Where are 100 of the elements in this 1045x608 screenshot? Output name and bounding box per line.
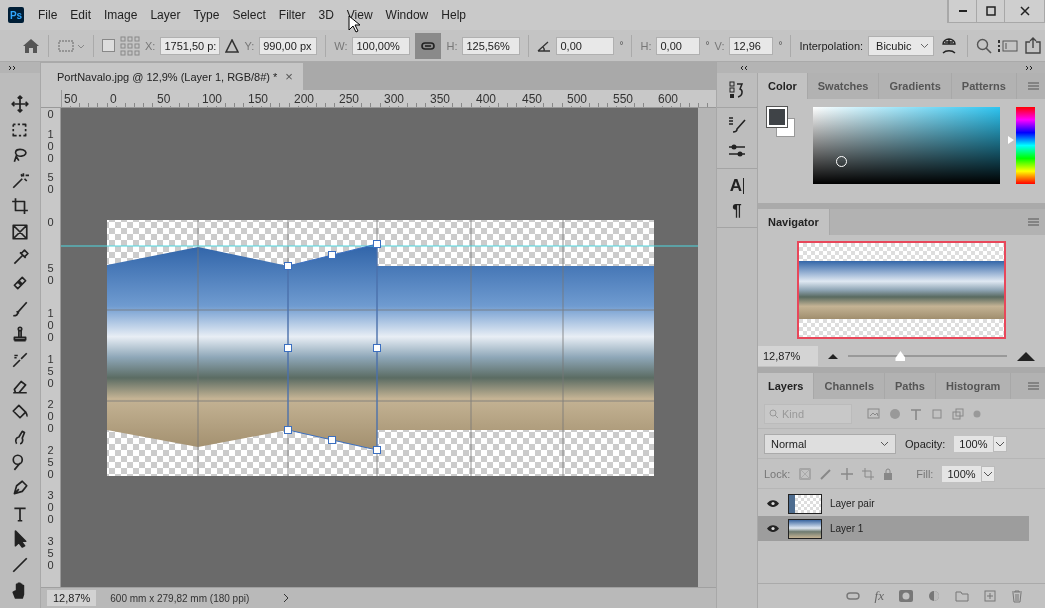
workspace-icon[interactable] (996, 37, 1019, 54)
triangle-icon[interactable] (225, 38, 240, 53)
move-tool-icon[interactable] (11, 95, 29, 113)
panel-tab[interactable]: Layers (758, 373, 815, 399)
checkbox[interactable] (102, 39, 115, 52)
opacity-field[interactable]: 100% (954, 435, 993, 452)
transform-handle[interactable] (373, 344, 381, 352)
menu-item[interactable]: Window (385, 8, 429, 22)
minimize-button[interactable] (948, 0, 976, 22)
panel-tab[interactable]: Navigator (758, 209, 830, 235)
skew-v-field[interactable]: 12,96 (729, 36, 774, 55)
zoom-field[interactable]: 12,87% (47, 590, 97, 606)
panel-tab[interactable]: Gradients (879, 73, 952, 99)
expand-icon[interactable] (1025, 64, 1035, 71)
search-icon[interactable] (975, 37, 992, 54)
frame-tool-icon[interactable] (11, 222, 29, 241)
eyedropper-icon[interactable] (11, 248, 29, 267)
zoom-out-icon[interactable] (828, 353, 838, 359)
chevron-right-icon[interactable] (283, 593, 290, 603)
blend-mode-dropdown[interactable]: Normal (764, 433, 896, 454)
ruler-label: 50 (46, 261, 55, 286)
close-icon (1019, 6, 1030, 16)
ruler-label: 50 (46, 171, 55, 196)
hue-slider[interactable] (1008, 107, 1035, 184)
menu-item[interactable]: Help (441, 8, 466, 22)
link-toggle[interactable] (415, 32, 442, 59)
menu-item[interactable]: Select (232, 8, 266, 22)
close-button[interactable] (1004, 0, 1044, 22)
filter-toggle-icon[interactable] (973, 409, 981, 418)
mask-icon[interactable] (899, 590, 913, 602)
history-brush-icon[interactable] (11, 350, 29, 369)
transform-handle[interactable] (284, 344, 292, 352)
lock-label: Lock: (764, 467, 791, 480)
brush-settings-icon[interactable] (728, 116, 746, 134)
layer-row[interactable]: Layer 1 (758, 516, 1029, 541)
character-panel-button[interactable]: A (729, 177, 745, 194)
crop-tool-icon[interactable] (11, 197, 29, 216)
app-logo[interactable]: Ps (8, 7, 24, 23)
zoom-field[interactable]: 12,87% (758, 346, 818, 366)
panel-tab[interactable]: Color (758, 73, 808, 99)
stamp-tool-icon[interactable] (11, 325, 29, 344)
magic-wand-icon[interactable] (11, 171, 29, 190)
scrollbar-track[interactable] (698, 108, 716, 587)
transform-handle[interactable] (284, 262, 292, 270)
pen-tool-icon[interactable] (11, 478, 29, 497)
link-icon[interactable] (845, 591, 860, 601)
ruler-label: 300 (46, 489, 55, 526)
collapse-icon[interactable] (739, 64, 749, 71)
width-field[interactable]: 100,00% (352, 36, 411, 55)
maximize-button[interactable] (976, 0, 1004, 22)
transform-handle[interactable] (328, 251, 336, 259)
height-field[interactable]: 125,56% (462, 36, 521, 55)
menu-item[interactable]: Image (104, 8, 138, 22)
menu-item[interactable]: Filter (278, 8, 306, 22)
transform-handle[interactable] (328, 436, 336, 444)
layer-name: Layer 1 (830, 523, 864, 534)
brush-icon[interactable] (11, 299, 29, 318)
link-icon (421, 40, 436, 51)
y-field[interactable]: 990,00 px (259, 36, 318, 55)
menu-item[interactable]: Type (193, 8, 220, 22)
panel-tab[interactable]: Swatches (807, 73, 880, 99)
angle-field[interactable]: 0,00 (556, 36, 615, 55)
color-field[interactable] (813, 107, 1000, 184)
panel-tab[interactable]: Patterns (951, 73, 1017, 99)
paint-bucket-icon[interactable] (11, 402, 29, 421)
degree-unit: ° (778, 40, 783, 51)
slider-thumb[interactable] (895, 351, 906, 361)
transform-handle[interactable] (373, 446, 381, 454)
expand-icon[interactable] (8, 64, 18, 71)
menu-item[interactable]: Edit (70, 8, 92, 22)
layer-row[interactable]: Layer pair (758, 491, 1029, 516)
share-icon[interactable] (1023, 36, 1042, 55)
lasso-tool-icon[interactable] (11, 146, 29, 165)
menu-item[interactable]: View (346, 8, 373, 22)
fill-field[interactable]: 100% (942, 465, 981, 482)
ruler-label: 200 (294, 92, 316, 106)
history-icon[interactable] (728, 81, 746, 99)
zoom-in-icon[interactable] (1017, 351, 1035, 361)
home-icon[interactable] (22, 37, 40, 54)
panel-tab[interactable]: Channels (814, 373, 885, 399)
skew-h-field[interactable]: 0,00 (656, 36, 701, 55)
navigator-preview[interactable] (797, 241, 1006, 339)
ruler-label: 50 (157, 92, 172, 106)
menu-item[interactable]: File (38, 8, 58, 22)
line-tool-icon[interactable] (11, 555, 29, 574)
paragraph-panel-button[interactable]: ¶ (732, 202, 742, 219)
skew-v-label: V: (714, 39, 725, 52)
menu-item[interactable]: 3D (318, 8, 334, 22)
visibility-toggle[interactable] (766, 499, 780, 508)
interpolation-dropdown[interactable]: Bicubic (868, 35, 934, 56)
transform-handle[interactable] (284, 426, 292, 434)
x-field[interactable]: 1751,50 p: (160, 36, 221, 55)
adjustment-layer-icon[interactable] (928, 590, 940, 602)
document-tab[interactable]: PortNavalo.jpg @ 12,9% (Layer 1, RGB/8#) * × (41, 63, 303, 90)
visibility-toggle[interactable] (766, 524, 780, 533)
menu-item[interactable]: Layer (150, 8, 181, 22)
close-tab-button[interactable]: × (285, 69, 293, 84)
panel-tab[interactable]: Paths (885, 373, 936, 399)
panel-tab[interactable]: Histogram (935, 373, 1012, 399)
transform-handle[interactable] (373, 240, 381, 248)
